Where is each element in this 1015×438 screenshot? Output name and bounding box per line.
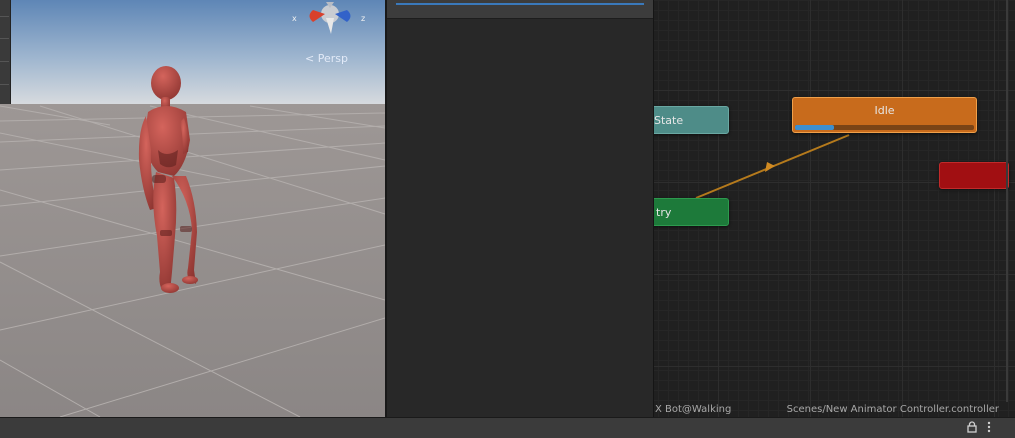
panel-header bbox=[387, 0, 653, 19]
axis-x-label: x bbox=[292, 14, 297, 23]
controller-path: Scenes/New Animator Controller.controlle… bbox=[786, 403, 999, 415]
any-state-node[interactable]: State bbox=[654, 106, 729, 134]
any-state-label: State bbox=[654, 113, 684, 127]
projection-toggle[interactable]: < Persp bbox=[305, 52, 348, 65]
scene-toolbar[interactable] bbox=[0, 0, 11, 104]
scene-viewport[interactable]: x z < Persp bbox=[0, 0, 385, 417]
axis-z-label: z bbox=[361, 14, 366, 23]
idle-progress-bar bbox=[795, 125, 974, 130]
entry-label: try bbox=[656, 205, 672, 219]
entry-node[interactable]: try bbox=[654, 198, 729, 226]
exit-node[interactable] bbox=[939, 162, 1009, 189]
clip-name: X Bot@Walking bbox=[655, 403, 732, 415]
animator-footer: X Bot@Walking Scenes/New Animator Contro… bbox=[654, 401, 1015, 417]
idle-state-node[interactable]: Idle bbox=[792, 97, 977, 133]
selection-indicator bbox=[396, 3, 644, 5]
idle-label: Idle bbox=[874, 104, 895, 117]
kebab-menu-icon[interactable] bbox=[987, 421, 991, 436]
status-bar bbox=[0, 417, 1015, 438]
graph-scrollbar[interactable] bbox=[1006, 0, 1008, 402]
animator-graph[interactable]: State try Idle X Bot@Walking Scenes/New … bbox=[653, 0, 1015, 417]
lock-icon[interactable] bbox=[967, 421, 977, 436]
idle-progress-fill bbox=[795, 125, 835, 130]
inspector-panel bbox=[387, 0, 653, 417]
